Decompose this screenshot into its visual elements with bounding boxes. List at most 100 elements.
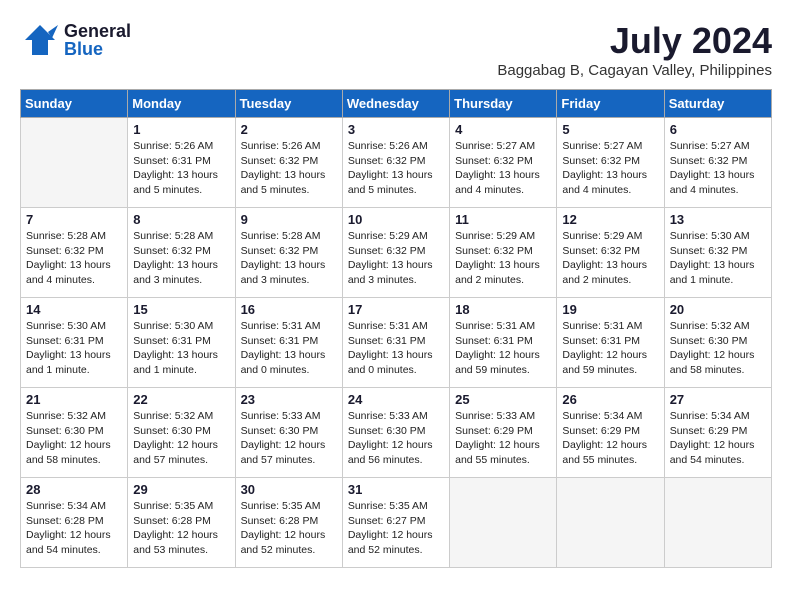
calendar-cell: 22 Sunrise: 5:32 AM Sunset: 6:30 PM Dayli… [128, 388, 235, 478]
day-number: 17 [348, 302, 444, 317]
day-number: 14 [26, 302, 122, 317]
calendar-cell: 4 Sunrise: 5:27 AM Sunset: 6:32 PM Daylig… [450, 118, 557, 208]
day-number: 28 [26, 482, 122, 497]
calendar-week-row: 7 Sunrise: 5:28 AM Sunset: 6:32 PM Daylig… [21, 208, 772, 298]
calendar-week-row: 21 Sunrise: 5:32 AM Sunset: 6:30 PM Dayli… [21, 388, 772, 478]
calendar-cell [557, 478, 664, 568]
calendar-cell [664, 478, 771, 568]
day-info: Sunrise: 5:29 AM Sunset: 6:32 PM Dayligh… [348, 229, 444, 288]
calendar-cell: 5 Sunrise: 5:27 AM Sunset: 6:32 PM Daylig… [557, 118, 664, 208]
weekday-header: Monday [128, 90, 235, 118]
calendar-cell: 29 Sunrise: 5:35 AM Sunset: 6:28 PM Dayli… [128, 478, 235, 568]
calendar-cell: 21 Sunrise: 5:32 AM Sunset: 6:30 PM Dayli… [21, 388, 128, 478]
day-info: Sunrise: 5:27 AM Sunset: 6:32 PM Dayligh… [455, 139, 551, 198]
calendar-cell: 16Sunrise: 5:31 AM Sunset: 6:31 PM Dayli… [235, 298, 342, 388]
weekday-header: Wednesday [342, 90, 449, 118]
day-number: 22 [133, 392, 229, 407]
calendar-cell: 28 Sunrise: 5:34 AM Sunset: 6:28 PM Dayli… [21, 478, 128, 568]
weekday-header-row: SundayMondayTuesdayWednesdayThursdayFrid… [21, 90, 772, 118]
month-title: July 2024 [497, 20, 772, 62]
day-number: 3 [348, 122, 444, 137]
calendar-week-row: 14 Sunrise: 5:30 AM Sunset: 6:31 PM Dayli… [21, 298, 772, 388]
day-number: 1 [133, 122, 229, 137]
day-number: 29 [133, 482, 229, 497]
day-number: 12 [562, 212, 658, 227]
calendar-cell: 11Sunrise: 5:29 AM Sunset: 6:32 PM Dayli… [450, 208, 557, 298]
day-info: Sunrise: 5:33 AM Sunset: 6:29 PM Dayligh… [455, 409, 551, 468]
weekday-header: Saturday [664, 90, 771, 118]
day-number: 19 [562, 302, 658, 317]
calendar-cell: 30Sunrise: 5:35 AM Sunset: 6:28 PM Dayli… [235, 478, 342, 568]
day-info: Sunrise: 5:30 AM Sunset: 6:31 PM Dayligh… [26, 319, 122, 378]
day-info: Sunrise: 5:32 AM Sunset: 6:30 PM Dayligh… [133, 409, 229, 468]
day-info: Sunrise: 5:35 AM Sunset: 6:27 PM Dayligh… [348, 499, 444, 558]
logo-text: General Blue [64, 22, 131, 58]
day-number: 8 [133, 212, 229, 227]
day-info: Sunrise: 5:26 AM Sunset: 6:32 PM Dayligh… [241, 139, 337, 198]
logo-icon [20, 20, 60, 60]
calendar-cell: 23Sunrise: 5:33 AM Sunset: 6:30 PM Dayli… [235, 388, 342, 478]
calendar-cell: 27 Sunrise: 5:34 AM Sunset: 6:29 PM Dayli… [664, 388, 771, 478]
day-number: 5 [562, 122, 658, 137]
day-info: Sunrise: 5:31 AM Sunset: 6:31 PM Dayligh… [348, 319, 444, 378]
day-info: Sunrise: 5:33 AM Sunset: 6:30 PM Dayligh… [348, 409, 444, 468]
weekday-header: Tuesday [235, 90, 342, 118]
day-number: 2 [241, 122, 337, 137]
calendar-cell: 20 Sunrise: 5:32 AM Sunset: 6:30 PM Dayli… [664, 298, 771, 388]
title-block: July 2024 Baggabag B, Cagayan Valley, Ph… [497, 20, 772, 79]
calendar-cell: 18Sunrise: 5:31 AM Sunset: 6:31 PM Dayli… [450, 298, 557, 388]
calendar-cell [21, 118, 128, 208]
day-info: Sunrise: 5:35 AM Sunset: 6:28 PM Dayligh… [133, 499, 229, 558]
calendar-cell: 7 Sunrise: 5:28 AM Sunset: 6:32 PM Daylig… [21, 208, 128, 298]
calendar-week-row: 1 Sunrise: 5:26 AM Sunset: 6:31 PM Daylig… [21, 118, 772, 208]
day-info: Sunrise: 5:31 AM Sunset: 6:31 PM Dayligh… [241, 319, 337, 378]
day-info: Sunrise: 5:34 AM Sunset: 6:29 PM Dayligh… [670, 409, 766, 468]
day-info: Sunrise: 5:27 AM Sunset: 6:32 PM Dayligh… [562, 139, 658, 198]
day-number: 25 [455, 392, 551, 407]
day-number: 13 [670, 212, 766, 227]
calendar-cell: 3Sunrise: 5:26 AM Sunset: 6:32 PM Daylig… [342, 118, 449, 208]
day-info: Sunrise: 5:29 AM Sunset: 6:32 PM Dayligh… [562, 229, 658, 288]
day-number: 7 [26, 212, 122, 227]
day-number: 20 [670, 302, 766, 317]
calendar-cell: 2 Sunrise: 5:26 AM Sunset: 6:32 PM Daylig… [235, 118, 342, 208]
day-number: 26 [562, 392, 658, 407]
day-info: Sunrise: 5:34 AM Sunset: 6:28 PM Dayligh… [26, 499, 122, 558]
day-info: Sunrise: 5:32 AM Sunset: 6:30 PM Dayligh… [670, 319, 766, 378]
calendar-cell: 15Sunrise: 5:30 AM Sunset: 6:31 PM Dayli… [128, 298, 235, 388]
day-number: 30 [241, 482, 337, 497]
day-number: 21 [26, 392, 122, 407]
day-number: 18 [455, 302, 551, 317]
calendar-cell: 25 Sunrise: 5:33 AM Sunset: 6:29 PM Dayli… [450, 388, 557, 478]
page-header: General Blue July 2024 Baggabag B, Cagay… [20, 20, 772, 79]
calendar-cell: 8 Sunrise: 5:28 AM Sunset: 6:32 PM Daylig… [128, 208, 235, 298]
calendar-cell: 19 Sunrise: 5:31 AM Sunset: 6:31 PM Dayli… [557, 298, 664, 388]
day-number: 27 [670, 392, 766, 407]
day-number: 6 [670, 122, 766, 137]
day-info: Sunrise: 5:26 AM Sunset: 6:31 PM Dayligh… [133, 139, 229, 198]
calendar-cell: 6 Sunrise: 5:27 AM Sunset: 6:32 PM Daylig… [664, 118, 771, 208]
calendar-cell: 24Sunrise: 5:33 AM Sunset: 6:30 PM Dayli… [342, 388, 449, 478]
calendar-cell: 17 Sunrise: 5:31 AM Sunset: 6:31 PM Dayli… [342, 298, 449, 388]
calendar-cell: 9Sunrise: 5:28 AM Sunset: 6:32 PM Daylig… [235, 208, 342, 298]
day-number: 9 [241, 212, 337, 227]
logo: General Blue [20, 20, 131, 60]
logo-blue: Blue [64, 40, 131, 58]
day-info: Sunrise: 5:30 AM Sunset: 6:31 PM Dayligh… [133, 319, 229, 378]
day-number: 4 [455, 122, 551, 137]
day-info: Sunrise: 5:27 AM Sunset: 6:32 PM Dayligh… [670, 139, 766, 198]
calendar-cell: 1 Sunrise: 5:26 AM Sunset: 6:31 PM Daylig… [128, 118, 235, 208]
day-info: Sunrise: 5:31 AM Sunset: 6:31 PM Dayligh… [562, 319, 658, 378]
calendar-cell: 31Sunrise: 5:35 AM Sunset: 6:27 PM Dayli… [342, 478, 449, 568]
calendar-cell: 26Sunrise: 5:34 AM Sunset: 6:29 PM Dayli… [557, 388, 664, 478]
calendar-cell: 14 Sunrise: 5:30 AM Sunset: 6:31 PM Dayli… [21, 298, 128, 388]
calendar-cell: 13 Sunrise: 5:30 AM Sunset: 6:32 PM Dayli… [664, 208, 771, 298]
calendar-table: SundayMondayTuesdayWednesdayThursdayFrid… [20, 89, 772, 568]
day-info: Sunrise: 5:28 AM Sunset: 6:32 PM Dayligh… [133, 229, 229, 288]
day-info: Sunrise: 5:30 AM Sunset: 6:32 PM Dayligh… [670, 229, 766, 288]
weekday-header: Sunday [21, 90, 128, 118]
calendar-cell: 12 Sunrise: 5:29 AM Sunset: 6:32 PM Dayli… [557, 208, 664, 298]
day-info: Sunrise: 5:28 AM Sunset: 6:32 PM Dayligh… [26, 229, 122, 288]
day-info: Sunrise: 5:32 AM Sunset: 6:30 PM Dayligh… [26, 409, 122, 468]
logo-general: General [64, 22, 131, 40]
